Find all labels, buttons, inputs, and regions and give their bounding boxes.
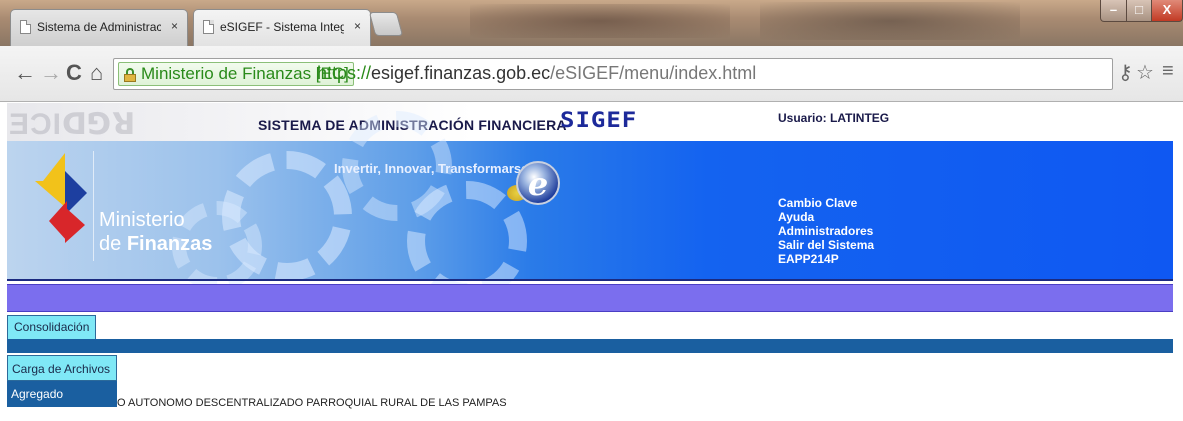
maximize-button[interactable]: □	[1126, 0, 1152, 22]
star-icon[interactable]: ☆	[1136, 60, 1154, 85]
banner-main: Ministerio de Finanzas Invertir, Innovar…	[7, 111, 1173, 301]
session-code: EAPP214P	[778, 252, 839, 266]
esigef-logo: e	[516, 161, 560, 205]
link-ayuda[interactable]: Ayuda	[778, 210, 874, 224]
minimize-icon: –	[1109, 2, 1118, 17]
ghost-logo-text: ƎƆIꓷꓨꓤ	[9, 108, 137, 141]
menu-dropdown: Carga de Archivos Agregado	[7, 355, 117, 407]
menu-icon[interactable]: ≡	[1162, 60, 1174, 83]
ministry-name: Ministerio	[99, 209, 185, 231]
forward-icon[interactable]: →	[40, 62, 62, 84]
close-icon: X	[1162, 2, 1172, 17]
logo-divider	[93, 151, 94, 261]
lock-icon	[124, 68, 136, 82]
header-banner: ƎƆIꓷꓨꓤ SISTEMA DE ADMINISTRACIÓN FINANCI…	[7, 103, 1173, 301]
reload-icon[interactable]: C	[66, 62, 82, 84]
menu-dark-bar	[7, 339, 1173, 353]
tab-sistema-administracion[interactable]: Sistema de Administración ×	[10, 9, 188, 46]
tab-label: Sistema de Administración	[37, 20, 161, 34]
page-icon	[203, 20, 214, 34]
entity-name: O AUTONOMO DESCENTRALIZADO PARROQUIAL RU…	[117, 397, 507, 409]
user-links: Cambio Clave Ayuda Administradores Salir…	[778, 196, 874, 266]
menu-bar: Consolidación	[7, 314, 1173, 340]
url-host: esigef.finanzas.gob.ec	[371, 63, 551, 83]
slogan: Invertir, Innovar, Transformarse...	[334, 161, 540, 176]
browser-toolbar: ← → C ⌂ Ministerio de Finanzas [EC] http…	[0, 46, 1183, 102]
page-content: ƎƆIꓷꓨꓤ SISTEMA DE ADMINISTRACIÓN FINANCI…	[0, 103, 1183, 421]
page-icon	[20, 20, 31, 34]
link-salir[interactable]: Salir del Sistema	[778, 238, 874, 252]
purple-bar	[7, 284, 1173, 312]
ministry-name-line2: de Finanzas	[99, 233, 212, 256]
title-bar: Sistema de Administración × eSIGEF - Sis…	[0, 0, 1183, 46]
tab-esigef[interactable]: eSIGEF - Sistema Integrado ×	[193, 9, 371, 46]
back-icon[interactable]: ←	[14, 62, 36, 84]
tab-label: eSIGEF - Sistema Integrado	[220, 20, 344, 34]
link-administradores[interactable]: Administradores	[778, 224, 874, 238]
banner-border	[7, 279, 1173, 281]
gear-icon	[407, 181, 527, 301]
ministry-bold: Finanzas	[126, 233, 213, 255]
new-tab-button[interactable]	[368, 12, 404, 36]
close-icon[interactable]: ×	[171, 19, 178, 33]
url-scheme: https://	[317, 63, 372, 83]
minimize-button[interactable]: –	[1100, 0, 1127, 22]
home-icon[interactable]: ⌂	[90, 62, 103, 84]
user-label: Usuario: LATINTEG	[778, 111, 890, 125]
url-text[interactable]: https://esigef.finanzas.gob.ec/eSIGEF/me…	[317, 63, 756, 84]
titlebar-blur	[470, 4, 730, 38]
banner-top: ƎƆIꓷꓨꓤ SISTEMA DE ADMINISTRACIÓN FINANCI…	[7, 103, 1173, 141]
maximize-icon: □	[1135, 2, 1143, 17]
menu-item-agregado[interactable]: Agregado	[7, 381, 117, 407]
ministry-logo	[35, 153, 91, 245]
url-path: /eSIGEF/menu/index.html	[550, 63, 757, 83]
sigef-brand: SIGEF	[560, 107, 638, 133]
close-icon[interactable]: ×	[354, 19, 361, 33]
browser-window: Sistema de Administración × eSIGEF - Sis…	[0, 0, 1183, 421]
key-icon[interactable]: ⚷	[1118, 60, 1133, 85]
titlebar-blur	[760, 2, 1020, 40]
logo-letter: e	[527, 165, 549, 203]
address-bar[interactable]: Ministerio de Finanzas [EC] https://esig…	[113, 58, 1113, 90]
close-window-button[interactable]: X	[1151, 0, 1183, 22]
ministry-prefix: de	[99, 233, 127, 255]
link-cambio-clave[interactable]: Cambio Clave	[778, 196, 874, 210]
menu-item-carga-archivos[interactable]: Carga de Archivos	[7, 355, 117, 381]
menu-consolidacion[interactable]: Consolidación	[7, 315, 97, 340]
